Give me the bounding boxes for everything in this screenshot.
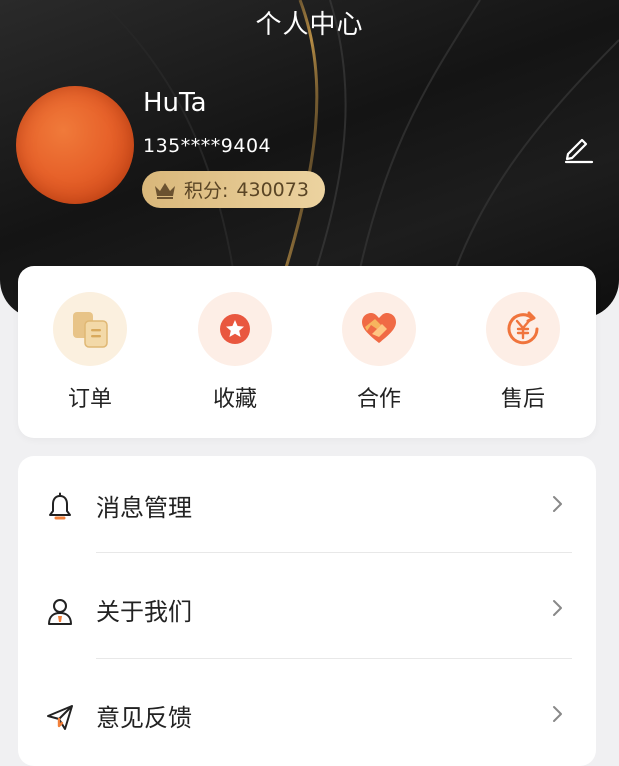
username: HuTa (143, 88, 207, 118)
page-title: 个人中心 (255, 10, 364, 40)
crown-icon (155, 182, 175, 199)
divider (96, 658, 572, 659)
divider (96, 552, 572, 553)
points-badge[interactable]: 积分: 430073 (142, 171, 325, 208)
points-value: 430073 (236, 178, 309, 201)
chevron-right-icon (553, 706, 562, 722)
cooperation-label: 合作 (356, 387, 401, 412)
chevron-right-icon (553, 600, 562, 616)
avatar[interactable] (16, 86, 134, 204)
order-label: 订单 (67, 387, 112, 412)
menu-item-feedback[interactable]: 意见反馈 (18, 666, 596, 766)
menu-item-about-us[interactable]: 关于我们 (18, 560, 596, 660)
handshake-heart-icon (362, 313, 396, 343)
points-label: 积分: (184, 180, 229, 202)
phone-number: 135****9404 (143, 135, 272, 157)
favorite-button[interactable]: 收藏 (180, 292, 290, 422)
after-sales-label: 售后 (500, 387, 545, 412)
menu-list: 消息管理 关于我们 意见反馈 (18, 456, 596, 766)
menu-item-label: 消息管理 (96, 494, 192, 522)
edit-icon[interactable] (562, 132, 594, 164)
menu-item-message-management[interactable]: 消息管理 (18, 456, 596, 556)
order-icon (73, 312, 108, 348)
paper-plane-icon (47, 705, 73, 730)
favorite-label: 收藏 (212, 387, 257, 412)
cooperation-button[interactable]: 合作 (324, 292, 434, 422)
bell-icon (49, 492, 71, 520)
yen-refund-icon (507, 311, 539, 345)
after-sales-button[interactable]: 售后 (468, 292, 578, 422)
chevron-right-icon (553, 496, 562, 512)
menu-item-label: 关于我们 (96, 598, 192, 626)
person-icon (48, 599, 72, 625)
quick-actions-card: 订单 收藏 合作 售后 (18, 266, 596, 438)
menu-item-label: 意见反馈 (96, 704, 192, 732)
favorite-star-icon (220, 314, 250, 344)
order-button[interactable]: 订单 (35, 292, 145, 422)
